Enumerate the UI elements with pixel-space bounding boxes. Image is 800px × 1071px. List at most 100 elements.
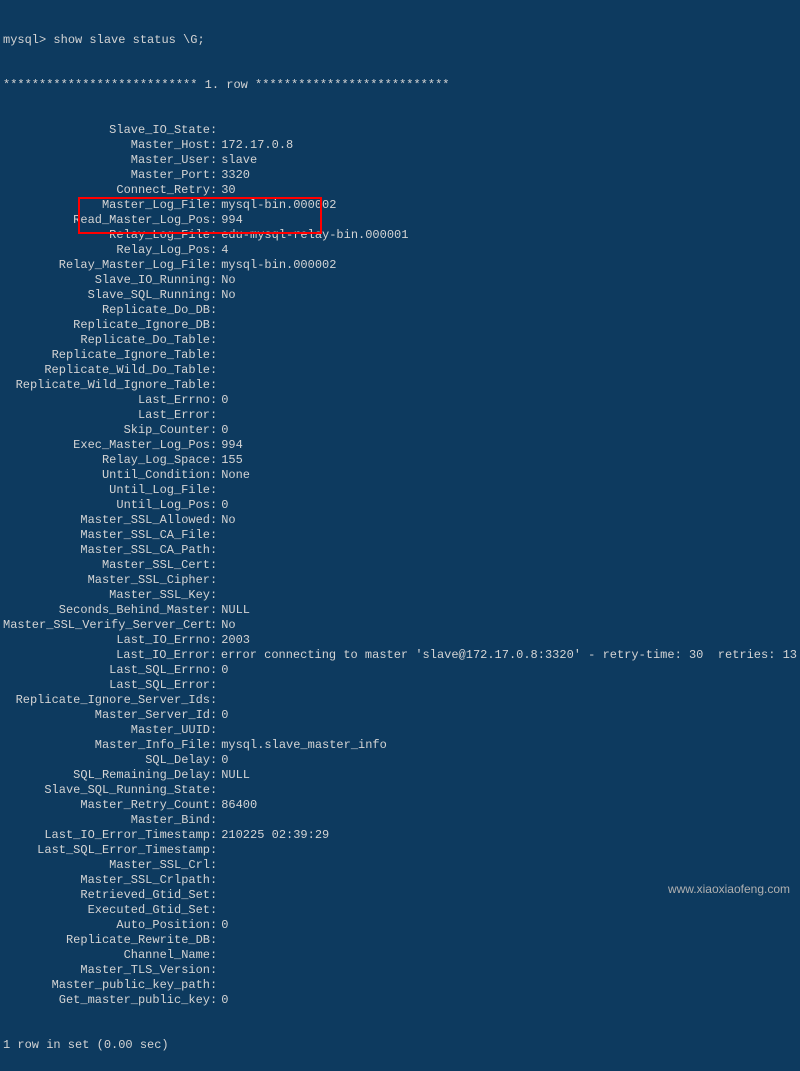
colon: : [210, 153, 221, 168]
colon: : [210, 783, 221, 798]
colon: : [210, 993, 221, 1008]
footer-line: 1 row in set (0.00 sec) [3, 1038, 797, 1053]
terminal-output[interactable]: mysql> show slave status \G; ***********… [0, 0, 800, 1071]
status-row: Master_Log_File:mysql-bin.000002 [3, 198, 797, 213]
status-row: Master_SSL_Cipher: [3, 573, 797, 588]
status-row: Slave_SQL_Running:No [3, 288, 797, 303]
field-label: Connect_Retry [3, 183, 210, 198]
status-row: Get_master_public_key:0 [3, 993, 797, 1008]
status-row: Master_UUID: [3, 723, 797, 738]
colon: : [210, 408, 221, 423]
colon: : [210, 228, 221, 243]
colon: : [210, 603, 221, 618]
colon: : [210, 378, 221, 393]
field-value: 210225 02:39:29 [221, 828, 329, 843]
field-value: 0 [221, 918, 228, 933]
field-value: 0 [221, 423, 228, 438]
field-value: edu-mysql-relay-bin.000001 [221, 228, 408, 243]
status-row: SQL_Remaining_Delay:NULL [3, 768, 797, 783]
colon: : [210, 453, 221, 468]
row-header: *************************** 1. row *****… [3, 78, 797, 93]
field-label: Slave_IO_State [3, 123, 210, 138]
colon: : [210, 183, 221, 198]
field-label: Slave_SQL_Running_State [3, 783, 210, 798]
command-text: show slave status \G; [53, 33, 204, 48]
status-row: Master_Host:172.17.0.8 [3, 138, 797, 153]
status-row: Relay_Log_Space:155 [3, 453, 797, 468]
status-row: Master_public_key_path: [3, 978, 797, 993]
status-row: Connect_Retry:30 [3, 183, 797, 198]
colon: : [210, 213, 221, 228]
field-value: mysql-bin.000002 [221, 258, 336, 273]
status-row: Last_Errno:0 [3, 393, 797, 408]
status-row: Replicate_Wild_Do_Table: [3, 363, 797, 378]
field-value: 86400 [221, 798, 257, 813]
colon: : [210, 423, 221, 438]
status-row: Until_Condition:None [3, 468, 797, 483]
field-value: slave [221, 153, 257, 168]
colon: : [210, 243, 221, 258]
field-label: Master_Bind [3, 813, 210, 828]
status-row: Replicate_Do_DB: [3, 303, 797, 318]
field-value: 0 [221, 993, 228, 1008]
field-label: Last_Errno [3, 393, 210, 408]
field-label: Master_SSL_Crlpath [3, 873, 210, 888]
field-value: 0 [221, 663, 228, 678]
colon: : [210, 258, 221, 273]
field-label: Relay_Master_Log_File [3, 258, 210, 273]
status-row: Master_SSL_CA_Path: [3, 543, 797, 558]
colon: : [210, 738, 221, 753]
colon: : [210, 303, 221, 318]
field-label: Replicate_Ignore_DB [3, 318, 210, 333]
status-row: Master_SSL_Allowed:No [3, 513, 797, 528]
field-value: 0 [221, 393, 228, 408]
status-row: Replicate_Ignore_Table: [3, 348, 797, 363]
field-label: Master_SSL_CA_File [3, 528, 210, 543]
status-row: Master_Bind: [3, 813, 797, 828]
field-label: Master_Host [3, 138, 210, 153]
status-row: Until_Log_Pos:0 [3, 498, 797, 513]
field-label: Last_SQL_Errno [3, 663, 210, 678]
field-label: Replicate_Ignore_Server_Ids [3, 693, 210, 708]
field-value: error connecting to master 'slave@172.17… [221, 648, 797, 663]
status-row: Master_TLS_Version: [3, 963, 797, 978]
status-row: Master_Port:3320 [3, 168, 797, 183]
colon: : [210, 633, 221, 648]
field-value: 2003 [221, 633, 250, 648]
colon: : [210, 648, 221, 663]
status-row: Master_Info_File:mysql.slave_master_info [3, 738, 797, 753]
colon: : [210, 543, 221, 558]
colon: : [210, 753, 221, 768]
field-label: Master_SSL_Crl [3, 858, 210, 873]
field-label: Get_master_public_key [3, 993, 210, 1008]
colon: : [210, 588, 221, 603]
status-row: Master_Retry_Count:86400 [3, 798, 797, 813]
field-label: Master_SSL_CA_Path [3, 543, 210, 558]
field-label: Relay_Log_File [3, 228, 210, 243]
status-row: Read_Master_Log_Pos:994 [3, 213, 797, 228]
colon: : [210, 768, 221, 783]
colon: : [210, 198, 221, 213]
status-row: Executed_Gtid_Set: [3, 903, 797, 918]
field-label: Read_Master_Log_Pos [3, 213, 210, 228]
field-label: Master_Port [3, 168, 210, 183]
status-row: Last_IO_Errno:2003 [3, 633, 797, 648]
field-label: Slave_IO_Running [3, 273, 210, 288]
colon: : [210, 813, 221, 828]
status-row: Replicate_Rewrite_DB: [3, 933, 797, 948]
field-label: Last_SQL_Error [3, 678, 210, 693]
field-label: Master_SSL_Cert [3, 558, 210, 573]
colon: : [210, 138, 221, 153]
colon: : [210, 318, 221, 333]
colon: : [210, 618, 221, 633]
colon: : [210, 483, 221, 498]
status-row: Relay_Log_File:edu-mysql-relay-bin.00000… [3, 228, 797, 243]
colon: : [210, 903, 221, 918]
colon: : [210, 333, 221, 348]
colon: : [210, 978, 221, 993]
colon: : [210, 348, 221, 363]
field-value: No [221, 513, 235, 528]
colon: : [210, 558, 221, 573]
status-row: Last_IO_Error:error connecting to master… [3, 648, 797, 663]
status-row: Master_SSL_CA_File: [3, 528, 797, 543]
